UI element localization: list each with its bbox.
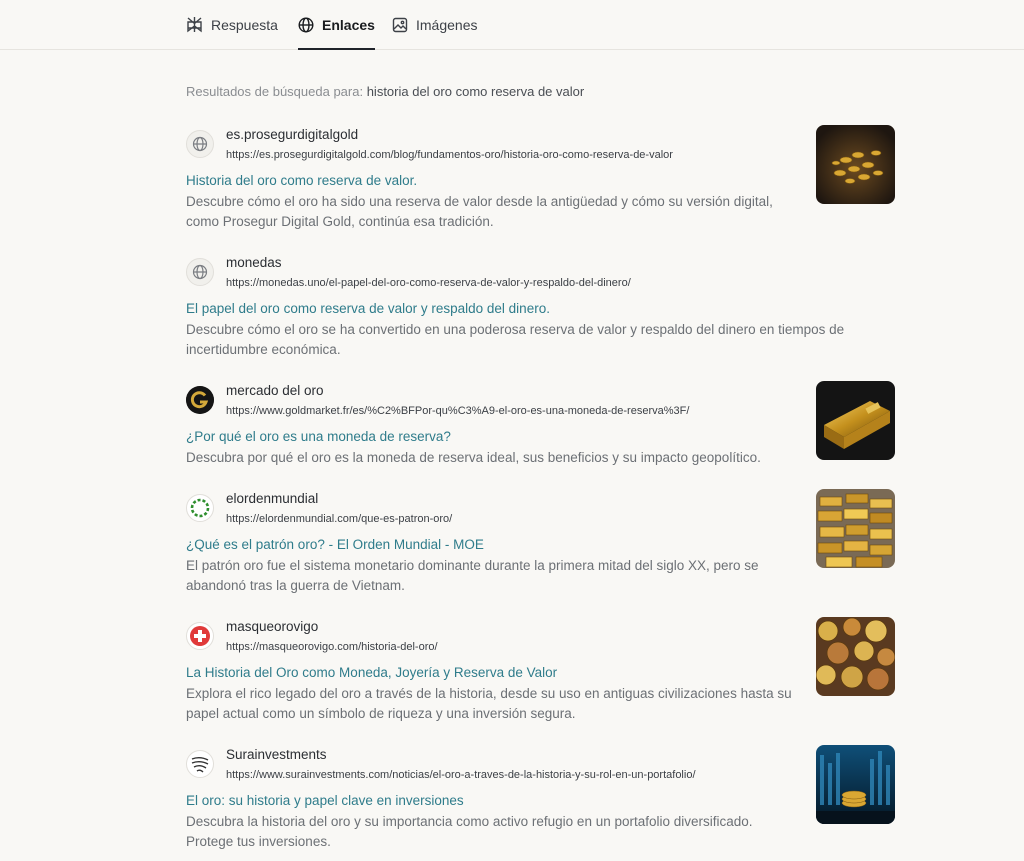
gold-bar-image [816,381,895,460]
result-url[interactable]: https://es.prosegurdigitalgold.com/blog/… [226,149,673,161]
result-url[interactable]: https://www.goldmarket.fr/es/%C2%BFPor-q… [226,405,689,417]
result-item: monedas https://monedas.uno/el-papel-del… [186,253,896,357]
result-url[interactable]: https://monedas.uno/el-papel-del-oro-com… [226,277,631,289]
result-title-link[interactable]: ¿Qué es el patrón oro? - El Orden Mundia… [186,537,484,552]
result-site-name: monedas [226,255,282,270]
result-description: Explora el rico legado del oro a través … [186,686,792,721]
gold-coins-chart-image [816,745,895,824]
result-url[interactable]: https://elordenmundial.com/que-es-patron… [226,513,452,525]
result-item: mercado del oro https://www.goldmarket.f… [186,381,896,471]
gold-coins-pile-image [816,125,895,204]
globe-icon [298,16,314,33]
result-site-name: Surainvestments [226,747,327,762]
result-thumbnail[interactable] [816,489,895,568]
search-query-line: Resultados de búsqueda para: historia de… [186,84,584,99]
elordenmundial-logo-icon [186,494,214,522]
tab-imagenes[interactable]: Imágenes [392,0,477,49]
tab-enlaces-label: Enlaces [322,16,375,33]
result-title-link[interactable]: El oro: su historia y papel clave en inv… [186,793,464,808]
result-site-name: es.prosegurdigitalgold [226,127,359,142]
result-description: Descubra la historia del oro y su import… [186,814,753,849]
result-site-name: mercado del oro [226,383,324,398]
result-thumbnail[interactable] [816,381,895,460]
globe-icon [186,130,214,158]
result-thumbnail[interactable] [816,617,895,696]
tab-enlaces[interactable]: Enlaces [298,0,375,50]
stacked-gold-bars-image [816,489,895,568]
result-site-name: masqueorovigo [226,619,319,634]
result-item: masqueorovigo https://masqueorovigo.com/… [186,617,896,721]
result-title-link[interactable]: El papel del oro como reserva de valor y… [186,301,550,316]
image-icon [392,17,408,33]
tab-bar: Respuesta Enlaces Imágenes [0,0,1024,50]
tab-respuesta-label: Respuesta [211,16,278,33]
result-url[interactable]: https://masqueorovigo.com/historia-del-o… [226,641,438,653]
tab-imagenes-label: Imágenes [416,16,478,33]
result-description: Descubre cómo el oro se ha convertido en… [186,322,845,357]
result-item: Surainvestments https://www.surainvestme… [186,745,896,849]
swiss-cross-icon [186,622,214,650]
result-url[interactable]: https://www.surainvestments.com/noticias… [226,769,696,781]
result-thumbnail[interactable] [816,125,895,204]
result-title-link[interactable]: La Historia del Oro como Moneda, Joyería… [186,665,557,680]
result-title-link[interactable]: ¿Por qué el oro es una moneda de reserva… [186,429,451,444]
perplexity-icon [186,16,203,33]
result-site-name: elordenmundial [226,491,319,506]
search-query-text: historia del oro como reserva de valor [366,84,585,99]
result-description: El patrón oro fue el sistema monetario d… [186,558,759,593]
sura-logo-icon [186,750,214,778]
tab-respuesta[interactable]: Respuesta [186,0,278,49]
result-item: es.prosegurdigitalgold https://es.proseg… [186,125,896,229]
result-item: elordenmundial https://elordenmundial.co… [186,489,896,593]
result-thumbnail[interactable] [816,745,895,824]
result-description: Descubre cómo el oro ha sido una reserva… [186,194,773,229]
result-description: Descubra por qué el oro es la moneda de … [186,450,761,465]
mixed-coins-image [816,617,895,696]
goldmarket-logo-icon [186,386,214,414]
globe-icon [186,258,214,286]
result-title-link[interactable]: Historia del oro como reserva de valor. [186,173,417,188]
search-query-prefix: Resultados de búsqueda para: [186,84,364,99]
